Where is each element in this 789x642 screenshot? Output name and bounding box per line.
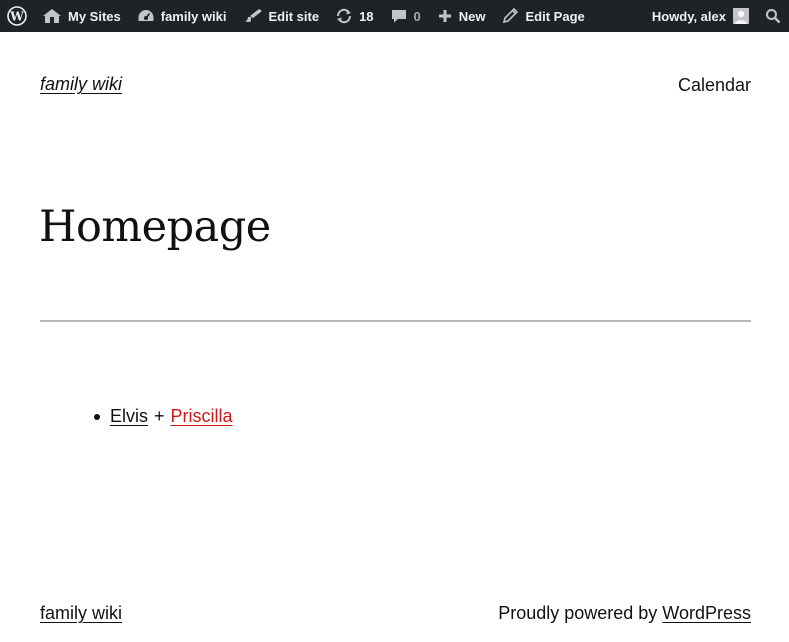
svg-text:W: W — [9, 10, 24, 24]
site-name-menu[interactable]: family wiki — [129, 0, 235, 32]
updates-icon — [337, 8, 352, 24]
site-name-label: family wiki — [160, 8, 227, 24]
my-sites-icon — [43, 9, 61, 23]
dashboard-icon — [138, 10, 154, 21]
my-sites-label: My Sites — [68, 8, 121, 24]
my-sites-menu[interactable]: My Sites — [34, 0, 129, 32]
credit-prefix: Proudly powered by — [498, 603, 658, 623]
pair-separator: + — [154, 406, 165, 426]
wordpress-logo-icon: W — [7, 6, 27, 26]
updates-button[interactable]: 18 — [327, 0, 381, 32]
edit-page-button[interactable]: Edit Page — [494, 0, 593, 32]
wordpress-menu[interactable]: W — [0, 0, 34, 32]
nav-item-calendar[interactable]: Calendar — [678, 75, 751, 96]
new-content-button[interactable]: New — [429, 0, 494, 32]
page-title: Homepage — [39, 202, 271, 252]
footer-credit: Proudly powered by WordPress — [498, 603, 751, 624]
site-title-link[interactable]: family wiki — [40, 74, 122, 95]
updates-count: 18 — [359, 8, 374, 24]
elvis-link[interactable]: Elvis — [110, 406, 148, 427]
comment-icon — [391, 10, 406, 23]
edit-site-button[interactable]: Edit site — [235, 0, 328, 32]
edit-site-label: Edit site — [268, 8, 320, 24]
list-item: Elvis + Priscilla — [94, 406, 233, 427]
new-label: New — [458, 8, 486, 24]
admin-bar: W My Sites family wiki Edit site 18 0 Ne… — [0, 0, 789, 32]
content-list: Elvis + Priscilla — [94, 406, 233, 427]
avatar — [733, 8, 749, 24]
brush-icon — [244, 9, 262, 23]
edit-page-label: Edit Page — [525, 8, 585, 24]
pencil-icon — [502, 8, 518, 24]
account-menu[interactable]: Howdy, alex — [644, 0, 757, 32]
priscilla-link[interactable]: Priscilla — [171, 406, 233, 427]
comments-button[interactable]: 0 — [382, 0, 429, 32]
search-icon — [766, 9, 781, 24]
admin-search-button[interactable] — [757, 0, 789, 32]
title-separator — [40, 320, 751, 322]
list-bullet — [94, 414, 100, 420]
plus-icon — [438, 10, 451, 22]
comments-count: 0 — [413, 8, 421, 24]
footer-site-title-link[interactable]: family wiki — [40, 603, 122, 624]
howdy-greeting: Howdy, alex — [651, 8, 726, 24]
wordpress-link[interactable]: WordPress — [662, 603, 751, 623]
